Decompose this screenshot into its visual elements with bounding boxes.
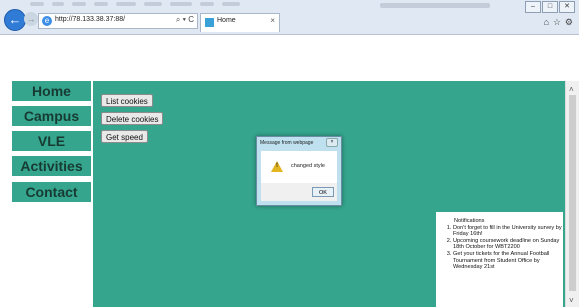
address-controls[interactable]: ⌕ ▾ C	[176, 15, 194, 25]
nav-activities[interactable]: Activities	[12, 156, 91, 176]
menu-bar	[30, 2, 290, 8]
warning-glyph: !	[276, 163, 278, 169]
browser-chrome: ← → e http://78.133.38.37:88/ ⌕ ▾ C Home…	[0, 0, 579, 35]
window-controls: – □ ✕	[525, 1, 575, 13]
back-button[interactable]: ←	[4, 9, 26, 31]
dialog-body: ! changed style	[261, 151, 337, 183]
nav-contact[interactable]: Contact	[12, 182, 91, 202]
tab-title: Home	[217, 17, 236, 24]
nav-vle[interactable]: VLE	[12, 131, 91, 151]
scroll-down-icon[interactable]: ˅	[569, 296, 574, 305]
settings-gear-icon[interactable]: ⚙	[565, 17, 573, 28]
search-box-blur	[380, 3, 490, 8]
minimize-button[interactable]: –	[525, 1, 541, 13]
favicon-icon	[205, 18, 214, 27]
dialog-footer: OK	[261, 183, 337, 201]
dialog-message: changed style	[291, 163, 325, 169]
forward-button[interactable]: →	[24, 12, 38, 26]
page-scrollbar[interactable]: ˄ ˅	[565, 81, 579, 307]
ie-logo-icon: e	[42, 16, 52, 26]
address-bar[interactable]: e http://78.133.38.37:88/ ⌕ ▾ C	[38, 13, 198, 29]
notification-item: Get your tickets for the Annual Football…	[453, 251, 563, 271]
close-window-button[interactable]: ✕	[559, 1, 575, 13]
tab-home[interactable]: Home ×	[200, 13, 280, 32]
home-icon[interactable]: ⌂	[544, 17, 549, 27]
ok-button[interactable]: OK	[312, 187, 334, 197]
notifications-heading: Notifications	[454, 218, 485, 224]
nav-campus[interactable]: Campus	[12, 106, 91, 126]
scroll-up-icon[interactable]: ˄	[569, 85, 574, 94]
notification-item: Don't forget to fill in the University s…	[453, 225, 563, 238]
favorites-icon[interactable]: ☆	[553, 17, 561, 28]
warning-icon: !	[271, 161, 283, 172]
delete-cookies-button[interactable]: Delete cookies	[101, 112, 164, 125]
dialog-close-button[interactable]: ×	[326, 138, 338, 147]
scroll-thumb[interactable]	[569, 95, 576, 291]
nav-home[interactable]: Home	[12, 81, 91, 101]
notifications-list: Don't forget to fill in the University s…	[436, 225, 563, 271]
tab-close-icon[interactable]: ×	[270, 16, 275, 25]
notifications-panel: Notifications Don't forget to fill in th…	[436, 212, 563, 307]
alert-dialog: Message from webpage × ! changed style O…	[256, 136, 342, 206]
maximize-button[interactable]: □	[542, 1, 558, 13]
notification-item: Upcoming coursework deadline on Sunday 1…	[453, 238, 563, 251]
list-cookies-button[interactable]: List cookies	[101, 94, 153, 107]
get-speed-button[interactable]: Get speed	[101, 130, 148, 143]
address-url: http://78.133.38.37:88/	[55, 16, 126, 23]
dialog-title: Message from webpage	[260, 140, 314, 146]
